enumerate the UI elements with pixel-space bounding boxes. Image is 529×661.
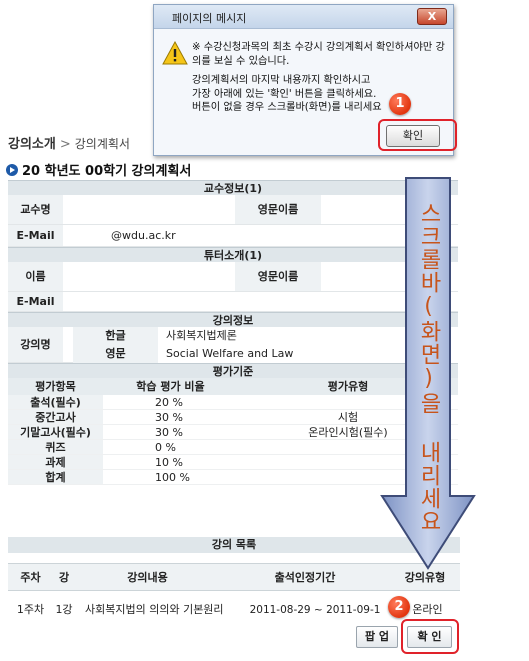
dialog-message: ※ 수강신청과목의 최초 수강시 강의계획서 확인하셔야만 강 의를 보실 수 … <box>192 41 452 121</box>
professor-name-value <box>63 195 235 224</box>
evaluation-ratio: 100 % <box>155 471 190 484</box>
title-bullet-icon <box>6 164 18 176</box>
lecture-period: 2011-08-29 ~ 2011-09-1 <box>249 604 381 616</box>
tutor-name-label: 이름 <box>8 262 63 291</box>
course-name-label: 강의명 <box>8 327 63 362</box>
lecture-week: 1주차 <box>16 603 45 616</box>
evaluation-col-item: 평가항목 <box>35 380 76 393</box>
evaluation-ratio: 30 % <box>155 411 183 424</box>
scroll-hint-text: 스크롤바(화면)을 내리세요 <box>416 202 441 533</box>
lecture-col-week: 주차 <box>20 571 41 584</box>
evaluation-ratio: 10 % <box>155 456 183 469</box>
lecture-lesson: 1강 <box>55 603 73 616</box>
professor-eng-label: 영문이름 <box>235 195 321 224</box>
tutor-email-label: E-Mail <box>8 292 63 311</box>
evaluation-item: 중간고사 <box>8 410 103 424</box>
evaluation-ratio: 0 % <box>155 441 176 454</box>
evaluation-col-ratio: 학습 평가 비율 <box>136 380 205 393</box>
professor-email-label: E-Mail <box>8 225 63 246</box>
lecture-col-period: 출석인정기간 <box>274 571 336 584</box>
popup-button[interactable]: 팝 업 <box>356 626 398 648</box>
tutor-name-value <box>63 262 235 291</box>
dialog-ok-highlight <box>378 119 457 151</box>
page-title: 20 학년도 00학기 강의계획서 <box>6 160 191 179</box>
lecture-content: 사회복지법의 의의와 기본원리 <box>85 603 224 616</box>
lecture-col-content: 강의내용 <box>127 571 168 584</box>
course-kor-label: 한글 <box>73 327 158 345</box>
breadcrumb-current: 강의계획서 <box>74 137 130 151</box>
breadcrumb: 강의소개 > 강의계획서 <box>8 133 130 152</box>
evaluation-item: 합계 <box>8 470 103 484</box>
dialog-message-instruction: 강의계획서의 마지막 내용까지 확인하시고 가장 아래에 있는 '확인' 버튼을… <box>192 75 382 114</box>
dialog-close-button[interactable]: X <box>417 8 447 25</box>
scroll-down-arrow: 스크롤바(화면)을 내리세요 <box>378 176 478 572</box>
page-title-text: 20 학년도 00학기 강의계획서 <box>22 164 192 179</box>
evaluation-item: 출석(필수) <box>8 395 103 409</box>
confirm-highlight <box>401 619 459 654</box>
tutor-eng-label: 영문이름 <box>235 262 321 291</box>
dialog-titlebar: 페이지의 메시지 X <box>154 5 453 29</box>
professor-name-label: 교수명 <box>8 195 63 224</box>
step-2-badge: 2 <box>388 596 410 618</box>
evaluation-item: 퀴즈 <box>8 440 103 454</box>
warning-icon <box>162 41 188 65</box>
dialog-title: 페이지의 메시지 <box>172 12 247 25</box>
evaluation-ratio: 30 % <box>155 426 183 439</box>
evaluation-item: 기말고사(필수) <box>8 425 103 439</box>
lecture-col-lesson: 강 <box>58 571 70 584</box>
dialog-message-notice: ※ 수강신청과목의 최초 수강시 강의계획서 확인하셔야만 강 의를 보실 수 … <box>192 42 445 67</box>
evaluation-ratio: 20 % <box>155 396 183 409</box>
evaluation-item: 과제 <box>8 455 103 469</box>
breadcrumb-separator: > <box>59 137 71 152</box>
course-eng-label: 영문 <box>73 345 158 363</box>
breadcrumb-root[interactable]: 강의소개 <box>8 137 56 152</box>
step-1-badge: 1 <box>389 93 411 115</box>
